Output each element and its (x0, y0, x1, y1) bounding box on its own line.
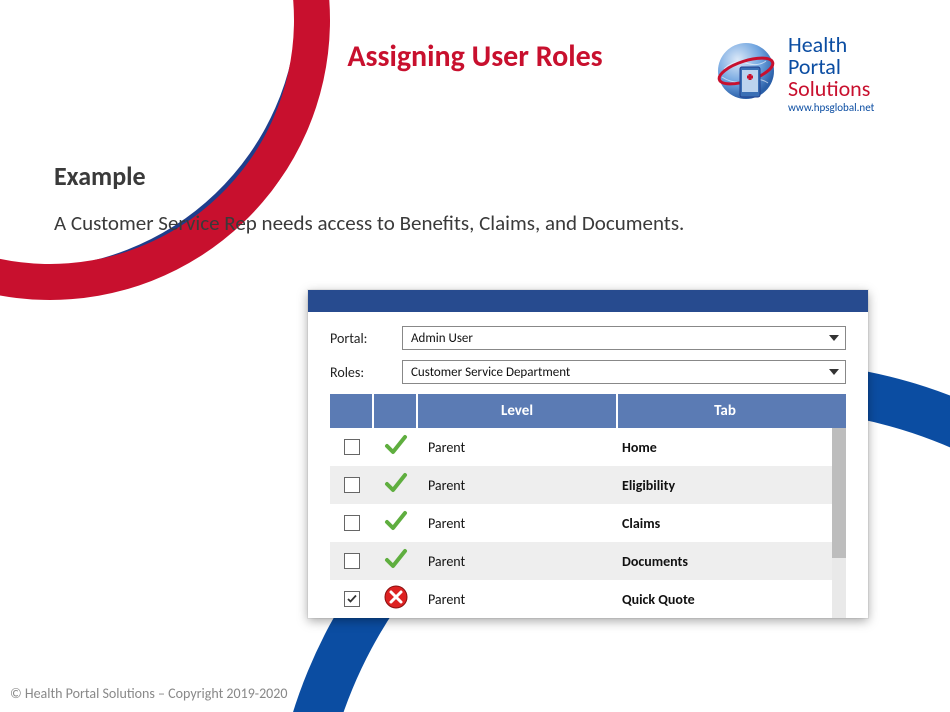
row-checkbox[interactable] (344, 591, 360, 607)
row-checkbox[interactable] (344, 477, 360, 493)
table-row: ParentQuick Quote (330, 580, 846, 618)
grid-header-scroll (832, 394, 846, 428)
table-row: ParentClaims (330, 504, 846, 542)
roles-row: Roles: Customer Service Department (330, 360, 846, 384)
permissions-grid: Level Tab ParentHomeParentEligibilityPar… (330, 394, 846, 618)
brand-text: Health Portal Solutions www.hpsglobal.ne… (788, 34, 874, 113)
logo-url: www.hpsglobal.net (788, 102, 874, 113)
row-level: Parent (418, 504, 618, 542)
checkmark-icon (383, 432, 409, 462)
row-checkbox-cell (330, 504, 374, 542)
row-checkbox[interactable] (344, 515, 360, 531)
row-level: Parent (418, 428, 618, 466)
row-checkbox-cell (330, 466, 374, 504)
chevron-down-icon (829, 369, 839, 375)
table-row: ParentEligibility (330, 466, 846, 504)
row-checkbox[interactable] (344, 439, 360, 455)
portal-select[interactable]: Admin User (402, 326, 846, 350)
row-checkbox-cell (330, 428, 374, 466)
row-status-cell (374, 466, 418, 504)
row-status-cell (374, 542, 418, 580)
row-checkbox[interactable] (344, 553, 360, 569)
slide: Assigning User Roles (0, 0, 950, 712)
panel-header-bar (308, 290, 868, 312)
checkmark-icon (383, 470, 409, 500)
row-checkbox-cell (330, 542, 374, 580)
roles-label: Roles: (330, 364, 382, 381)
checkmark-icon (383, 546, 409, 576)
content-block: Example A Customer Service Rep needs acc… (54, 160, 894, 236)
row-tab: Eligibility (618, 466, 846, 504)
globe-icon (710, 37, 782, 109)
row-tab: Quick Quote (618, 580, 846, 618)
row-status-cell (374, 580, 418, 618)
row-tab: Documents (618, 542, 846, 580)
checkmark-icon (383, 508, 409, 538)
grid-header-status (374, 394, 418, 428)
row-status-cell (374, 504, 418, 542)
grid-body: ParentHomeParentEligibilityParentClaimsP… (330, 428, 846, 618)
grid-header-tab: Tab (618, 394, 832, 428)
roles-select[interactable]: Customer Service Department (402, 360, 846, 384)
roles-select-value: Customer Service Department (411, 365, 570, 380)
table-row: ParentDocuments (330, 542, 846, 580)
portal-label: Portal: (330, 330, 382, 347)
grid-header-level: Level (418, 394, 618, 428)
brand-logo: Health Portal Solutions www.hpsglobal.ne… (710, 18, 920, 128)
scrollbar-thumb[interactable] (832, 428, 846, 558)
portal-row: Portal: Admin User (330, 326, 846, 350)
chevron-down-icon (829, 335, 839, 341)
error-icon (383, 584, 409, 614)
panel-body: Portal: Admin User Roles: Customer Servi… (308, 312, 868, 618)
row-tab: Home (618, 428, 846, 466)
row-checkbox-cell (330, 580, 374, 618)
roles-panel: Portal: Admin User Roles: Customer Servi… (308, 290, 868, 618)
grid-header: Level Tab (330, 394, 846, 428)
logo-line-3: Solutions (788, 78, 874, 100)
section-heading: Example (54, 160, 894, 192)
row-status-cell (374, 428, 418, 466)
section-body: A Customer Service Rep needs access to B… (54, 210, 894, 236)
row-tab: Claims (618, 504, 846, 542)
portal-select-value: Admin User (411, 331, 473, 346)
grid-header-check (330, 394, 374, 428)
row-level: Parent (418, 542, 618, 580)
copyright-footer: © Health Portal Solutions – Copyright 20… (10, 685, 287, 702)
scrollbar-gutter[interactable] (832, 428, 846, 618)
table-row: ParentHome (330, 428, 846, 466)
row-level: Parent (418, 580, 618, 618)
row-level: Parent (418, 466, 618, 504)
